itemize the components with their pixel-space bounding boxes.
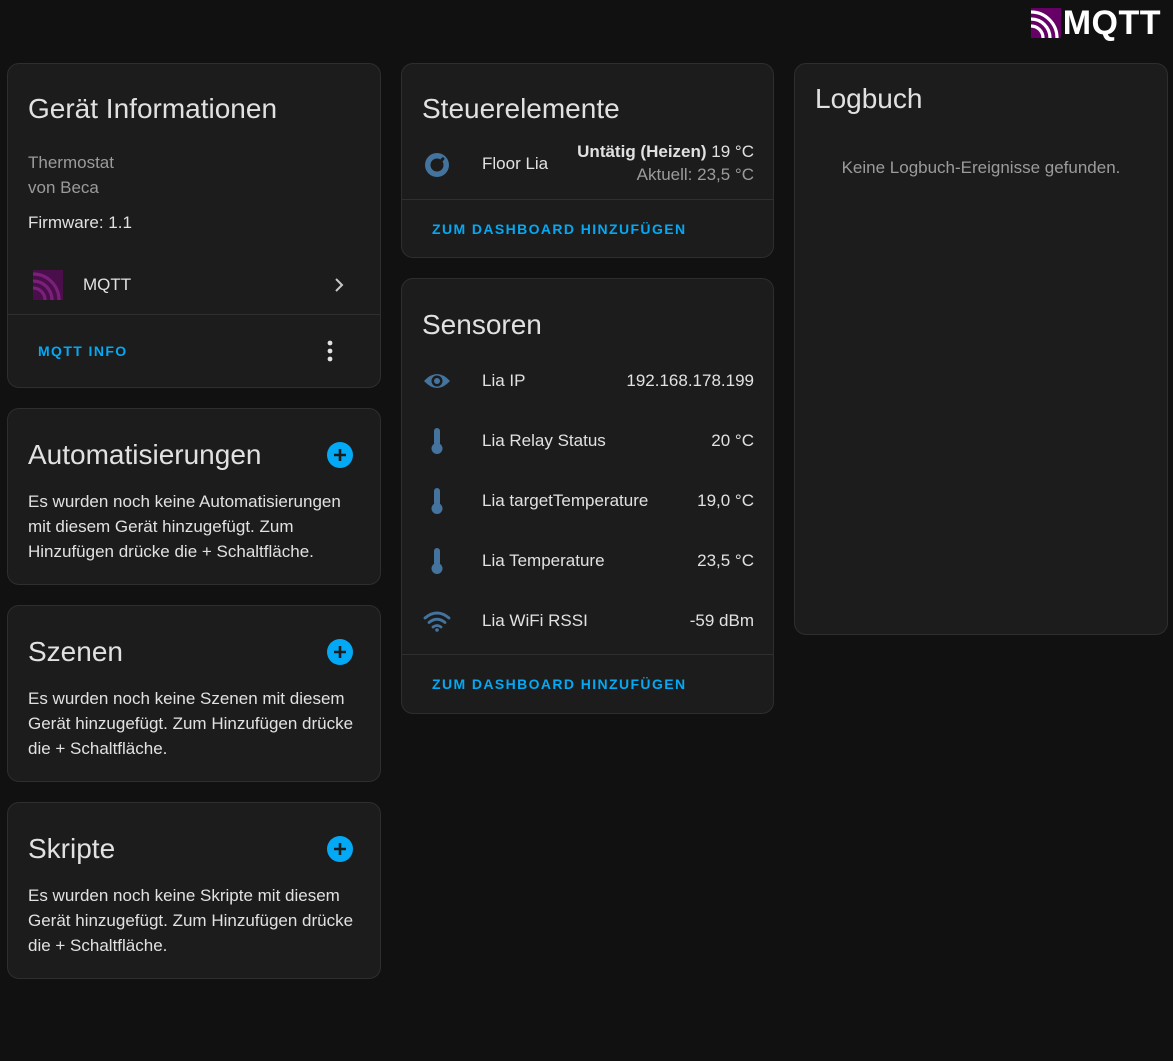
sensor-row[interactable]: Lia Temperature 23,5 °C <box>402 541 773 581</box>
thermostat-icon <box>425 153 449 177</box>
climate-current: Aktuell: 23,5 °C <box>636 165 754 184</box>
wifi-icon <box>423 611 451 632</box>
sensor-name: Lia Temperature <box>482 551 605 570</box>
automations-description: Es wurden noch keine Automatisierungen m… <box>28 492 341 561</box>
mqtt-info-button[interactable]: MQTT INFO <box>38 343 128 359</box>
automations-title: Automatisierungen <box>28 439 262 470</box>
mqtt-logo-icon <box>1030 8 1061 38</box>
sensor-value: 19,0 °C <box>697 491 754 510</box>
add-to-dashboard-button[interactable]: ZUM DASHBOARD HINZUFÜGEN <box>432 221 686 237</box>
plus-icon <box>334 449 346 461</box>
scripts-title: Skripte <box>28 833 116 864</box>
more-menu-button[interactable] <box>318 338 342 364</box>
scripts-description: Es wurden noch keine Skripte mit diesem … <box>28 886 354 955</box>
climate-state-block: Untätig (Heizen) 19 °C Aktuell: 23,5 °C <box>577 142 754 185</box>
climate-entity-name: Floor Lia <box>482 154 549 173</box>
add-automation-button[interactable] <box>327 442 353 468</box>
scenes-title: Szenen <box>28 636 123 667</box>
sensor-value: -59 dBm <box>689 611 754 630</box>
sensor-value: 23,5 °C <box>697 551 754 570</box>
thermometer-icon-wrap <box>422 546 452 576</box>
divider <box>8 314 380 315</box>
mqtt-logo-icon <box>33 270 63 300</box>
sensors-title: Sensoren <box>422 309 542 340</box>
sensor-row[interactable]: Lia WiFi RSSI -59 dBm <box>402 601 773 641</box>
thermometer-icon-wrap <box>422 426 452 456</box>
sensor-value: 192.168.178.199 <box>626 371 754 390</box>
eye-icon-wrap <box>422 366 452 396</box>
chevron-right-icon <box>335 278 344 292</box>
dots-vertical-icon <box>327 340 333 362</box>
controls-title: Steuerelemente <box>422 93 620 124</box>
integration-row-mqtt[interactable]: MQTT <box>8 264 380 306</box>
device-info-title: Gerät Informationen <box>28 93 278 124</box>
sensor-row[interactable]: Lia targetTemperature 19,0 °C <box>402 481 773 521</box>
logbook-title: Logbuch <box>815 83 923 114</box>
divider <box>402 654 773 655</box>
logbook-card: Logbuch Keine Logbuch-Ereignisse gefunde… <box>794 63 1168 635</box>
eye-icon <box>424 374 450 388</box>
sensor-value: 20 °C <box>711 431 754 450</box>
scripts-card: Skripte Es wurden noch keine Skripte mit… <box>7 802 381 979</box>
divider <box>402 199 773 200</box>
plus-icon <box>334 843 346 855</box>
thermometer-icon-wrap <box>422 486 452 516</box>
controls-card: Steuerelemente Floor Lia Untätig (Heizen… <box>401 63 774 258</box>
thermometer-icon <box>431 548 443 574</box>
add-scene-button[interactable] <box>327 639 353 665</box>
add-to-dashboard-button[interactable]: ZUM DASHBOARD HINZUFÜGEN <box>432 676 686 692</box>
device-model: Thermostat <box>28 153 114 172</box>
scenes-description: Es wurden noch keine Szenen mit diesem G… <box>28 689 354 758</box>
sensor-row[interactable]: Lia IP 192.168.178.199 <box>402 361 773 401</box>
logbook-empty-text: Keine Logbuch-Ereignisse gefunden. <box>841 158 1121 177</box>
device-manufacturer: von Beca <box>28 178 99 197</box>
climate-entity-row[interactable]: Floor Lia Untätig (Heizen) 19 °C Aktuell… <box>402 140 773 190</box>
integration-label: MQTT <box>83 275 132 294</box>
climate-state: Untätig (Heizen) <box>577 142 707 161</box>
sensors-card: Sensoren Lia IP 192.168.178.199 Lia Rela… <box>401 278 774 714</box>
thermometer-icon <box>431 488 443 514</box>
mqtt-brand-logo: MQTT <box>1030 4 1161 42</box>
brand-text: MQTT <box>1062 4 1161 42</box>
wifi-icon-wrap <box>422 606 452 636</box>
thermometer-icon <box>431 428 443 454</box>
sensor-name: Lia Relay Status <box>482 431 606 450</box>
add-script-button[interactable] <box>327 836 353 862</box>
sensor-row[interactable]: Lia Relay Status 20 °C <box>402 421 773 461</box>
automations-card: Automatisierungen Es wurden noch keine A… <box>7 408 381 585</box>
device-info-card: Gerät Informationen Thermostat von Beca … <box>7 63 381 388</box>
climate-target: 19 °C <box>711 142 754 161</box>
device-firmware: Firmware: 1.1 <box>28 213 132 232</box>
plus-icon <box>334 646 346 658</box>
sensor-name: Lia targetTemperature <box>482 491 649 510</box>
scenes-card: Szenen Es wurden noch keine Szenen mit d… <box>7 605 381 782</box>
sensor-name: Lia WiFi RSSI <box>482 611 588 630</box>
sensor-name: Lia IP <box>482 371 526 390</box>
